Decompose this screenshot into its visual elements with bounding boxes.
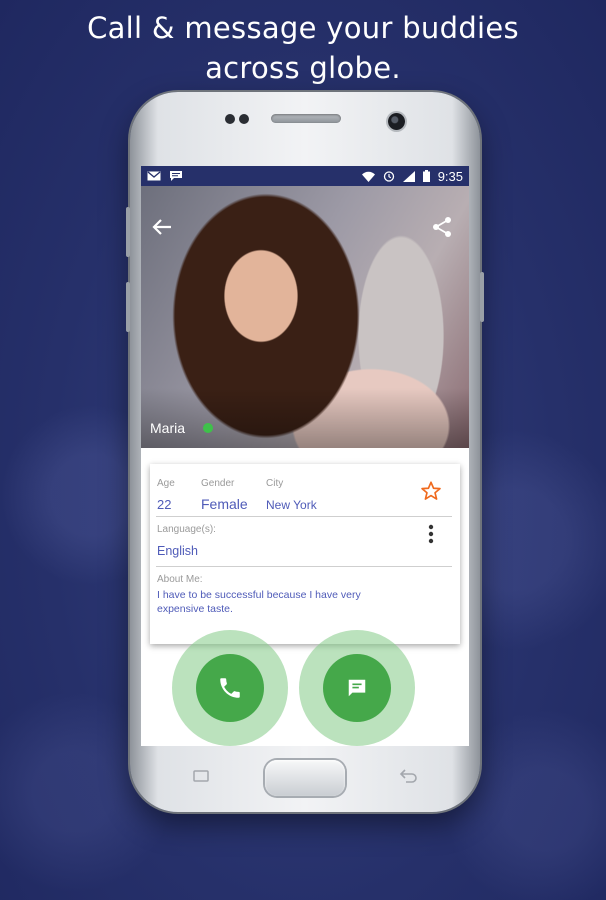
side-button <box>480 272 484 322</box>
city-value: New York <box>266 498 317 512</box>
sensor-dot <box>239 114 249 124</box>
age-value: 22 <box>157 497 172 512</box>
battery-icon <box>422 170 430 182</box>
back-key-icon[interactable] <box>398 768 418 784</box>
more-options-icon[interactable] <box>428 524 434 544</box>
promo-headline: Call & message your buddies across globe… <box>87 11 519 85</box>
status-bar: 9:35 <box>141 166 469 186</box>
gender-value: Female <box>201 496 248 512</box>
language-value: English <box>157 544 198 558</box>
chat-icon <box>170 171 182 181</box>
recent-apps-icon[interactable] <box>192 768 210 784</box>
signal-icon <box>402 170 415 182</box>
phone-frame: 9:35 Maria Age Gender City 22 Female New… <box>126 92 484 812</box>
alarm-icon <box>383 171 394 182</box>
wifi-icon <box>361 171 375 182</box>
volume-button <box>126 207 130 257</box>
call-button[interactable] <box>172 630 288 746</box>
home-button[interactable] <box>265 760 345 796</box>
power-button <box>126 282 130 332</box>
message-button[interactable] <box>299 630 415 746</box>
mail-icon <box>147 171 161 181</box>
phone-icon <box>220 678 240 698</box>
profile-details-card: Age Gender City 22 Female New York Langu… <box>150 464 460 644</box>
message-icon <box>348 679 366 697</box>
age-label: Age <box>157 478 175 489</box>
city-label: City <box>266 478 284 489</box>
status-time: 9:35 <box>437 168 463 184</box>
earpiece-speaker <box>271 114 341 123</box>
back-arrow-icon[interactable] <box>151 216 173 238</box>
divider <box>156 516 452 517</box>
divider <box>156 566 452 567</box>
language-label: Language(s): <box>157 524 216 535</box>
front-camera <box>388 113 405 130</box>
profile-photo <box>141 186 469 448</box>
gender-label: Gender <box>201 478 235 489</box>
favorite-star-icon[interactable] <box>420 480 442 502</box>
sensor-dot <box>225 114 235 124</box>
about-value: I have to be successful because I have v… <box>157 589 361 615</box>
app-screen: 9:35 Maria Age Gender City 22 Female New… <box>141 166 469 746</box>
online-status-indicator <box>203 423 213 433</box>
about-label: About Me: <box>157 574 203 585</box>
share-icon[interactable] <box>431 216 453 238</box>
profile-name: Maria <box>150 420 186 436</box>
